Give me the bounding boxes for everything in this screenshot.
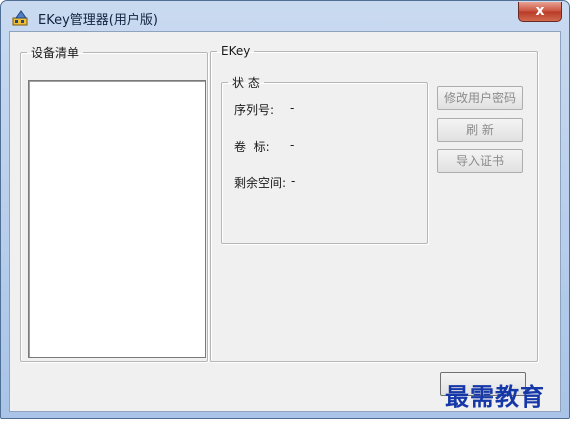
serial-number-value: -: [290, 101, 295, 115]
status-legend: 状 态: [232, 76, 260, 90]
close-button[interactable]: x: [518, 2, 562, 22]
ekey-legend: EKey: [221, 44, 251, 58]
window-title: EKey管理器(用户版): [38, 13, 158, 28]
serial-number-label: 序列号:: [234, 103, 275, 117]
title-bar[interactable]: EKey管理器(用户版) x: [1, 1, 569, 31]
import-certificate-button[interactable]: 导入证书: [437, 149, 523, 173]
site-watermark: 最需教育: [445, 382, 545, 411]
volume-label-value: -: [290, 138, 295, 152]
status-group: 状 态: [221, 74, 428, 244]
free-space-value: -: [291, 174, 296, 188]
change-password-button[interactable]: 修改用户密码: [437, 86, 523, 110]
client-area: 设备清单 EKey 状 态 序列号: - 卷 标: - 剩余空间: - 修改用户…: [9, 31, 561, 412]
app-window: EKey管理器(用户版) x 设备清单 EKey 状 态 序列号: - 卷 标:…: [0, 0, 570, 419]
ekey-app-icon: [12, 10, 28, 26]
free-space-label: 剩余空间:: [234, 176, 287, 190]
device-list-legend: 设备清单: [31, 46, 80, 60]
device-list[interactable]: [28, 80, 206, 358]
refresh-button[interactable]: 刷 新: [437, 118, 523, 142]
volume-label-label: 卷 标:: [234, 140, 270, 154]
